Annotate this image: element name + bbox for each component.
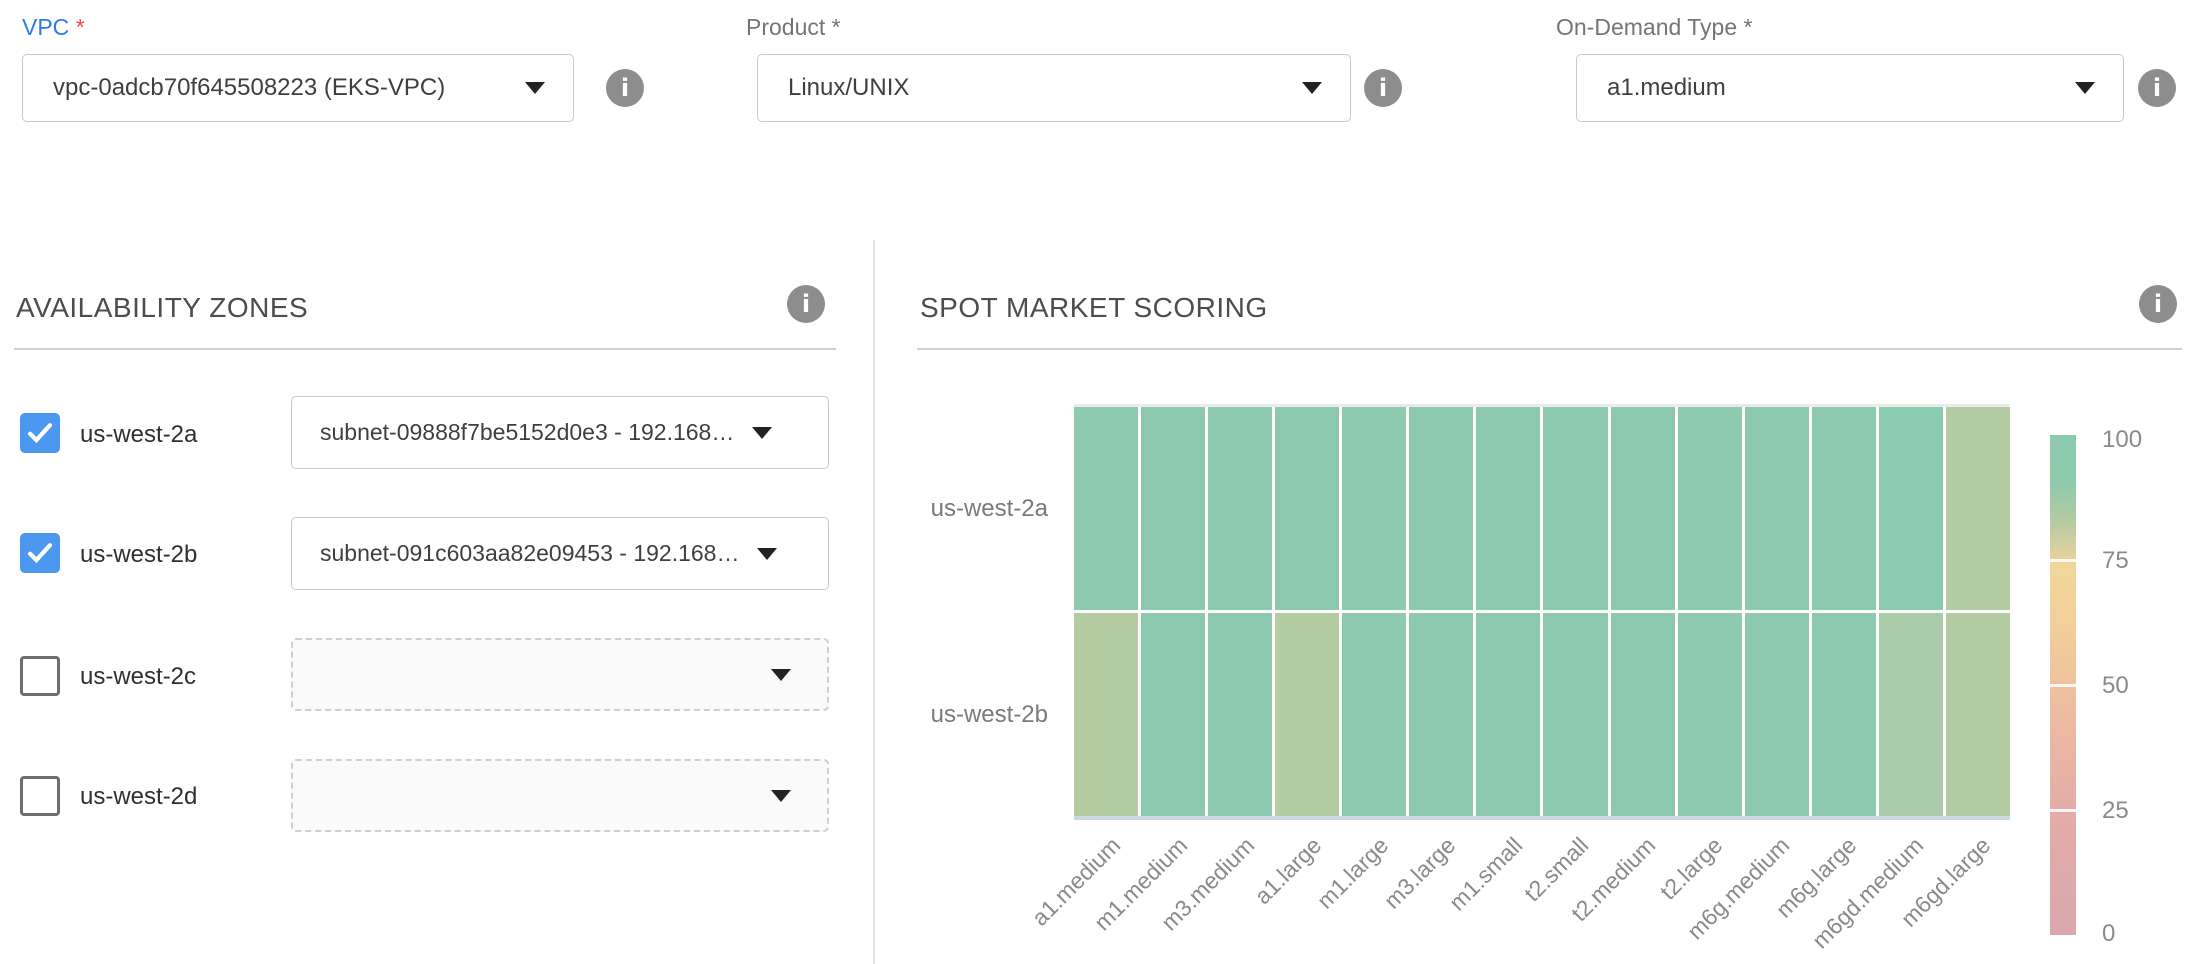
chevron-down-icon: [752, 427, 772, 439]
heatmap-cell: [1409, 407, 1473, 610]
legend-tick-line: [2050, 559, 2076, 562]
legend-tick-label: 0: [2102, 920, 2172, 948]
heatmap-cell: [1208, 613, 1272, 816]
az-checkbox-us-west-2b[interactable]: [20, 533, 60, 573]
heatmap-cell: [1611, 407, 1675, 610]
az-checkbox-us-west-2c[interactable]: [20, 656, 60, 696]
spot-market-scoring-title: SPOT MARKET SCORING: [920, 292, 1268, 324]
vpc-select[interactable]: vpc-0adcb70f645508223 (EKS-VPC): [22, 54, 574, 122]
heatmap-cell: [1678, 407, 1742, 610]
checkmark-icon: [23, 416, 57, 450]
section-divider: [14, 348, 836, 350]
chevron-down-icon: [2075, 82, 2095, 94]
heatmap-cell: [1275, 613, 1339, 816]
spot-config-page: VPC * vpc-0adcb70f645508223 (EKS-VPC) i …: [0, 0, 2196, 964]
heatmap-cell: [1543, 407, 1607, 610]
section-divider: [917, 348, 2182, 350]
vpc-label: VPC *: [22, 14, 85, 41]
info-icon[interactable]: i: [2139, 285, 2177, 323]
heatmap-cell: [1946, 407, 2010, 610]
heatmap-cell: [1745, 407, 1809, 610]
ondemand-type-required-asterisk: *: [1744, 14, 1753, 40]
heatmap-cell: [1611, 613, 1675, 816]
legend-tick-label: 100: [2102, 426, 2172, 454]
az-label-us-west-2c: us-west-2c: [80, 663, 196, 691]
vpc-label-text: VPC: [22, 14, 69, 40]
info-icon[interactable]: i: [2138, 69, 2176, 107]
legend-tick-label: 50: [2102, 672, 2172, 700]
ondemand-type-select-value: a1.medium: [1607, 74, 2075, 102]
heatmap-x-axis-line: [1074, 816, 2010, 820]
chevron-down-icon: [525, 82, 545, 94]
heatmap-cell: [1141, 613, 1205, 816]
heatmap-cell: [1476, 407, 1540, 610]
product-required-asterisk: *: [832, 14, 841, 40]
vertical-divider: [873, 240, 875, 964]
product-label-text: Product: [746, 14, 825, 40]
subnet-select-us-west-2d[interactable]: [291, 759, 829, 832]
heatmap-cell: [1812, 407, 1876, 610]
availability-zones-title: AVAILABILITY ZONES: [16, 292, 308, 324]
info-icon[interactable]: i: [606, 69, 644, 107]
heatmap-cell: [1745, 613, 1809, 816]
heatmap-cell: [1879, 613, 1943, 816]
vpc-select-value: vpc-0adcb70f645508223 (EKS-VPC): [53, 74, 525, 102]
vpc-required-asterisk: *: [76, 14, 85, 40]
chevron-down-icon: [771, 790, 791, 802]
product-select[interactable]: Linux/UNIX: [757, 54, 1351, 122]
ondemand-type-label-text: On-Demand Type: [1556, 14, 1737, 40]
az-checkbox-us-west-2d[interactable]: [20, 776, 60, 816]
chevron-down-icon: [757, 548, 777, 560]
product-label: Product *: [746, 14, 841, 41]
subnet-select-us-west-2c[interactable]: [291, 638, 829, 711]
az-checkbox-us-west-2a[interactable]: [20, 413, 60, 453]
legend-tick-line: [2050, 684, 2076, 687]
heatmap-row-label: us-west-2a: [848, 495, 1048, 523]
heatmap-column-label: a1.medium: [952, 832, 1127, 964]
heatmap-cell: [1946, 613, 2010, 816]
info-icon[interactable]: i: [787, 285, 825, 323]
subnet-select-us-west-2a[interactable]: subnet-09888f7be5152d0e3 - 192.168…: [291, 396, 829, 469]
subnet-select-value: subnet-09888f7be5152d0e3 - 192.168…: [320, 419, 734, 446]
heatmap-cell: [1678, 613, 1742, 816]
az-label-us-west-2a: us-west-2a: [80, 421, 197, 449]
info-icon[interactable]: i: [1364, 69, 1402, 107]
chevron-down-icon: [771, 669, 791, 681]
ondemand-type-select[interactable]: a1.medium: [1576, 54, 2124, 122]
subnet-select-us-west-2b[interactable]: subnet-091c603aa82e09453 - 192.168…: [291, 517, 829, 590]
ondemand-type-label: On-Demand Type *: [1556, 14, 1752, 41]
heatmap-cell: [1543, 613, 1607, 816]
heatmap-cell: [1208, 407, 1272, 610]
heatmap-cell: [1074, 613, 1138, 816]
heatmap-cell: [1879, 407, 1943, 610]
heatmap-row-label: us-west-2b: [848, 701, 1048, 729]
subnet-select-value: subnet-091c603aa82e09453 - 192.168…: [320, 540, 739, 567]
legend-tick-label: 25: [2102, 797, 2172, 825]
heatmap-cell: [1342, 407, 1406, 610]
heatmap-grid: [1074, 407, 2010, 816]
heatmap-cell: [1342, 613, 1406, 816]
chevron-down-icon: [1302, 82, 1322, 94]
az-label-us-west-2d: us-west-2d: [80, 783, 197, 811]
heatmap-cell: [1409, 613, 1473, 816]
product-select-value: Linux/UNIX: [788, 74, 1302, 102]
heatmap-cell: [1275, 407, 1339, 610]
heatmap-cell: [1812, 613, 1876, 816]
heatmap-cell: [1476, 613, 1540, 816]
az-label-us-west-2b: us-west-2b: [80, 541, 197, 569]
heatmap-cell: [1141, 407, 1205, 610]
checkmark-icon: [23, 536, 57, 570]
legend-tick-line: [2050, 809, 2076, 812]
legend-tick-label: 75: [2102, 547, 2172, 575]
heatmap-cell: [1074, 407, 1138, 610]
